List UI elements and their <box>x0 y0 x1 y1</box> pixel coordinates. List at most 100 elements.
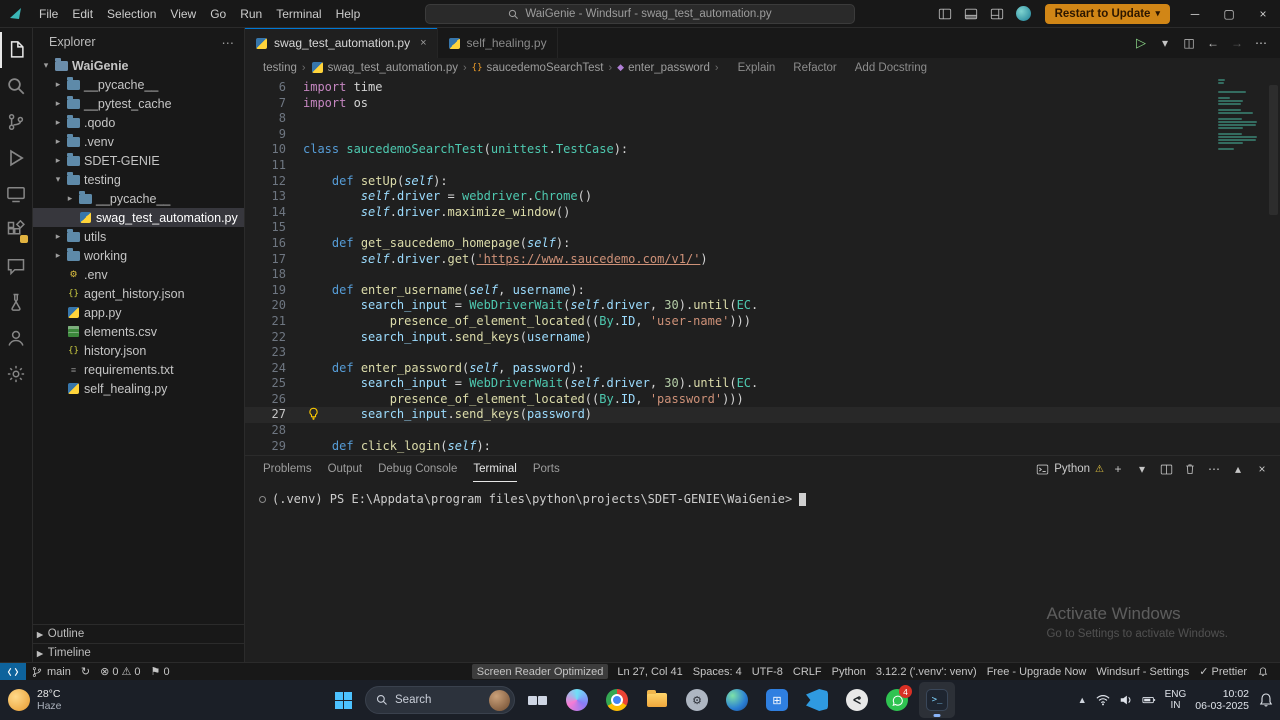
status-eol[interactable]: CRLF <box>788 663 827 680</box>
file-elements-csv[interactable]: elements.csv <box>33 322 244 341</box>
source-control-icon[interactable] <box>0 104 33 140</box>
terminal-dropdown-icon[interactable]: ▾ <box>1132 459 1152 479</box>
status-problems[interactable]: ⊗ 0 ⚠ 0 <box>95 663 145 680</box>
folder--qodo[interactable]: ▸ .qodo <box>33 113 244 132</box>
file--env[interactable]: ⚙ .env <box>33 265 244 284</box>
breadcrumb-item-swag_test_automation-py[interactable]: swag_test_automation.py <box>311 61 458 74</box>
codelens-add-docstring[interactable]: Add Docstring <box>855 62 927 74</box>
toggle-primary-sidebar-icon[interactable] <box>932 3 958 25</box>
run-dropdown-icon[interactable]: ▾ <box>1154 32 1176 54</box>
status-windsurf-settings[interactable]: Windsurf - Settings <box>1091 663 1194 680</box>
kill-terminal-icon[interactable] <box>1180 459 1200 479</box>
terminal-view[interactable]: (.venv) PS E:\Appdata\program files\pyth… <box>245 482 1280 506</box>
maximize-panel-icon[interactable]: ▴ <box>1228 459 1248 479</box>
file-swag-test-automation-py[interactable]: swag_test_automation.py <box>33 208 244 227</box>
search-icon[interactable] <box>0 68 33 104</box>
toggle-panel-icon[interactable] <box>958 3 984 25</box>
folder-working[interactable]: ▸ working <box>33 246 244 265</box>
status-ports[interactable]: ⚑ 0 <box>146 663 175 680</box>
breadcrumb-item-testing[interactable]: testing <box>263 62 297 74</box>
split-terminal-icon[interactable] <box>1156 459 1176 479</box>
language-indicator[interactable]: ENG IN <box>1165 689 1187 711</box>
menu-view[interactable]: View <box>163 4 203 24</box>
status-notifications[interactable] <box>1252 663 1274 680</box>
status-cursor-position[interactable]: Ln 27, Col 41 <box>612 663 687 680</box>
testing-icon[interactable] <box>0 284 33 320</box>
taskbar-app-file-explorer[interactable] <box>639 682 675 718</box>
run-and-debug-icon[interactable] <box>0 140 33 176</box>
folder-utils[interactable]: ▸ utils <box>33 227 244 246</box>
breadcrumb-item-enter_password[interactable]: ◆ enter_password <box>617 62 710 74</box>
customize-layout-icon[interactable] <box>984 3 1010 25</box>
file-agent-history-json[interactable]: {} agent_history.json <box>33 284 244 303</box>
account-icon[interactable] <box>0 320 33 356</box>
remote-explorer-icon[interactable] <box>0 176 33 212</box>
panel-tab-debug-console[interactable]: Debug Console <box>378 456 457 482</box>
close-tab-icon[interactable]: × <box>420 37 426 49</box>
status-git-branch[interactable]: main <box>26 663 76 680</box>
hidden-icons-chevron-icon[interactable]: ▲ <box>1078 695 1087 705</box>
wifi-icon[interactable] <box>1096 693 1110 707</box>
folder--pytest-cache[interactable]: ▸ __pytest_cache <box>33 94 244 113</box>
taskbar-search[interactable]: Search <box>365 686 515 714</box>
menu-help[interactable]: Help <box>329 4 368 24</box>
file-app-py[interactable]: app.py <box>33 303 244 322</box>
go-back-icon[interactable]: ← <box>1202 32 1224 54</box>
split-editor-icon[interactable]: ◫ <box>1178 32 1200 54</box>
editor-scrollbar[interactable] <box>1269 85 1278 215</box>
folder--venv[interactable]: ▸ .venv <box>33 132 244 151</box>
tab-self_healing-py[interactable]: self_healing.py <box>437 28 558 58</box>
status-sync[interactable]: ↻ <box>76 663 95 680</box>
panel-tab-ports[interactable]: Ports <box>533 456 560 482</box>
taskbar-app-copilot[interactable] <box>559 682 595 718</box>
menu-edit[interactable]: Edit <box>65 4 100 24</box>
close-panel-icon[interactable]: × <box>1252 459 1272 479</box>
file-self-healing-py[interactable]: self_healing.py <box>33 379 244 398</box>
explorer-icon[interactable] <box>0 32 33 68</box>
status-remote-indicator[interactable] <box>0 663 26 680</box>
taskbar-app-task-view[interactable] <box>519 682 555 718</box>
restart-to-update-button[interactable]: Restart to Update ▾ <box>1044 3 1170 24</box>
breadcrumb-item-saucedemoSearchTest[interactable]: {} saucedemoSearchTest <box>472 62 604 74</box>
folder-sdet-genie[interactable]: ▸ SDET-GENIE <box>33 151 244 170</box>
codelens-refactor[interactable]: Refactor <box>793 62 836 74</box>
minimize-button[interactable]: ─ <box>1178 0 1212 28</box>
volume-icon[interactable] <box>1119 693 1133 707</box>
taskbar-app-vscode[interactable] <box>799 682 835 718</box>
menu-selection[interactable]: Selection <box>100 4 163 24</box>
status-encoding[interactable]: UTF-8 <box>747 663 788 680</box>
chat-icon[interactable] <box>0 248 33 284</box>
maximize-button[interactable]: ▢ <box>1212 0 1246 28</box>
more-actions-icon[interactable]: ⋯ <box>1250 32 1272 54</box>
panel-tab-terminal[interactable]: Terminal <box>473 456 516 482</box>
new-terminal-icon[interactable]: + <box>1108 459 1128 479</box>
taskbar-app-store[interactable]: ⊞ <box>759 682 795 718</box>
taskbar-app-github-desktop[interactable]: ᕙ <box>839 682 875 718</box>
taskbar-app-terminal[interactable]: >_ <box>919 682 955 718</box>
status-screen-reader[interactable]: Screen Reader Optimized <box>471 664 609 679</box>
taskbar-app-settings[interactable]: ⚙ <box>679 682 715 718</box>
panel-tab-output[interactable]: Output <box>328 456 363 482</box>
start-button[interactable] <box>325 682 361 718</box>
weather-widget[interactable]: 28°C Haze <box>8 688 62 712</box>
notifications-icon[interactable] <box>1258 692 1274 708</box>
settings-gear-icon[interactable] <box>0 356 33 392</box>
run-python-file-icon[interactable]: ▷ <box>1130 32 1152 54</box>
menu-go[interactable]: Go <box>203 4 233 24</box>
status-prettier[interactable]: ✓ Prettier <box>1194 663 1252 680</box>
file-history-json[interactable]: {} history.json <box>33 341 244 360</box>
go-forward-icon[interactable]: → <box>1226 32 1248 54</box>
codelens-explain[interactable]: Explain <box>738 62 776 74</box>
close-button[interactable]: × <box>1246 0 1280 28</box>
explorer-more-actions-icon[interactable]: ⋯ <box>222 35 235 50</box>
tab-swag_test_automation-py[interactable]: swag_test_automation.py × <box>245 28 438 58</box>
section-timeline[interactable]: ▸ Timeline <box>33 643 244 662</box>
extensions-icon[interactable] <box>0 212 33 248</box>
lightbulb-icon[interactable] <box>307 407 320 421</box>
folder-waigenie[interactable]: ▾ WaiGenie <box>33 56 244 75</box>
account-avatar[interactable] <box>1015 6 1031 21</box>
taskbar-app-whatsapp[interactable]: 4 <box>879 682 915 718</box>
status-indentation[interactable]: Spaces: 4 <box>688 663 747 680</box>
folder--pycache-[interactable]: ▸ __pycache__ <box>33 189 244 208</box>
taskbar-app-chrome[interactable] <box>599 682 635 718</box>
